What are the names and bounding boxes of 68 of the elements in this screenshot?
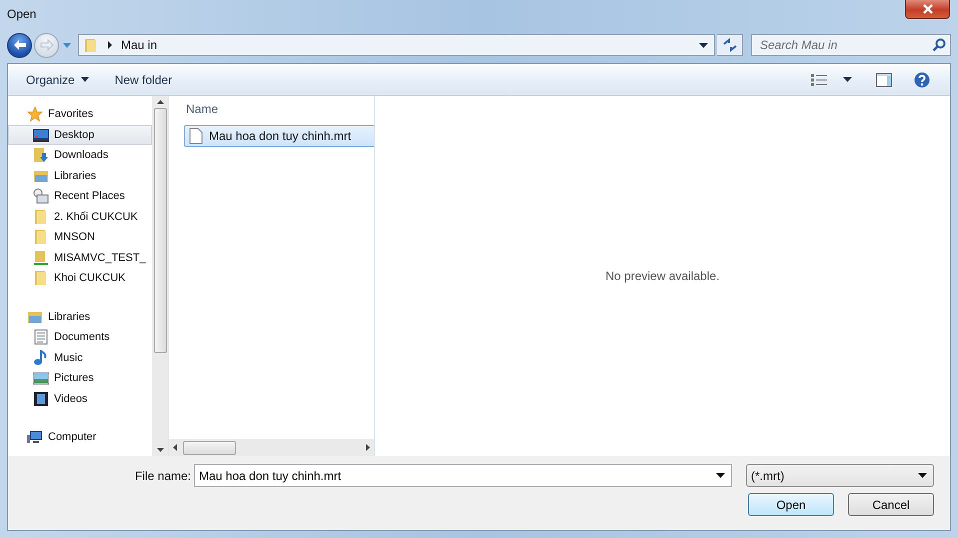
nav-item[interactable]: Recent Places: [8, 186, 152, 206]
back-button[interactable]: [7, 32, 32, 58]
new-folder-button[interactable]: New folder: [106, 68, 180, 90]
caret-icon[interactable]: [843, 77, 852, 82]
nav-item[interactable]: Computer: [8, 427, 152, 448]
open-button[interactable]: Open: [748, 493, 834, 516]
folder-icon: [83, 37, 99, 53]
nav-item[interactable]: Desktop: [8, 124, 152, 145]
folder-icon: [33, 229, 49, 246]
file-item[interactable]: Mau hoa don tuy chinh.mrt: [184, 125, 374, 147]
music-icon: [33, 350, 49, 366]
folder-icon: [33, 208, 49, 225]
refresh-button[interactable]: [717, 34, 743, 56]
file-name-field[interactable]: Mau hoa don tuy chinh.mrt: [194, 464, 732, 487]
refresh-icon: [722, 38, 738, 52]
document-icon: [189, 128, 203, 144]
right-arrow-icon: [366, 444, 370, 451]
nav-item[interactable]: 2. Khối CUKCUK: [8, 206, 152, 227]
nav-item[interactable]: Music: [8, 348, 152, 368]
chevron-icon: [107, 41, 113, 49]
star-icon: [27, 106, 43, 122]
help-icon: [914, 72, 930, 88]
caret-icon: [80, 77, 89, 82]
dropdown-icon: [716, 473, 725, 478]
nav-item[interactable]: Pictures: [8, 368, 152, 388]
video-icon: [33, 390, 49, 407]
nav-item[interactable]: Favorites: [8, 104, 152, 124]
dropdown-icon[interactable]: [62, 42, 72, 48]
file-name-label: File name:: [134, 468, 191, 482]
desktop-icon: [33, 126, 49, 143]
scrollbar[interactable]: [169, 439, 374, 456]
dropdown-icon: [918, 473, 927, 478]
nav-item[interactable]: MNSON: [8, 227, 152, 248]
download-icon: [33, 147, 49, 164]
nav-item[interactable]: Downloads: [8, 145, 152, 166]
down-arrow-icon: [156, 448, 164, 452]
search-icon: [932, 38, 946, 52]
up-arrow-icon: [156, 100, 164, 104]
nav-item[interactable]: Documents: [8, 327, 152, 348]
address-path: Mau in: [121, 38, 158, 52]
dropdown-icon: [699, 42, 708, 48]
nav-item[interactable]: Videos: [8, 388, 152, 409]
organize-button[interactable]: Organize: [18, 68, 97, 90]
doc-icon: [33, 329, 49, 346]
scroll-thumb[interactable]: [183, 440, 236, 454]
preview-message: No preview available.: [605, 269, 720, 283]
pane-icon: [876, 72, 892, 86]
folder-icon: [33, 270, 49, 286]
column-header[interactable]: Name: [186, 102, 218, 116]
close-button[interactable]: [905, 0, 950, 19]
scroll-thumb[interactable]: [154, 108, 166, 353]
search-field[interactable]: Search Mau in: [751, 34, 951, 56]
address-bar[interactable]: Mau in: [78, 34, 715, 56]
nav-item[interactable]: Libraries: [8, 166, 152, 186]
left-arrow-icon: [173, 444, 177, 451]
arrow-icon: [12, 39, 26, 51]
pics-icon: [33, 370, 49, 386]
scrollbar[interactable]: [152, 96, 168, 456]
file-type-dropdown[interactable]: (*.mrt): [746, 464, 934, 487]
window-title: Open: [7, 7, 36, 21]
arrow-icon: [40, 39, 54, 51]
close-icon: [922, 4, 934, 14]
nav-item[interactable]: Libraries: [8, 306, 152, 327]
cancel-button[interactable]: Cancel: [848, 493, 934, 516]
nav-item[interactable]: Khoi CUKCUK: [8, 268, 152, 288]
list-view-icon: [811, 74, 827, 86]
computer-icon: [27, 429, 43, 446]
nav-item[interactable]: MISAMVC_TEST_: [8, 248, 152, 268]
